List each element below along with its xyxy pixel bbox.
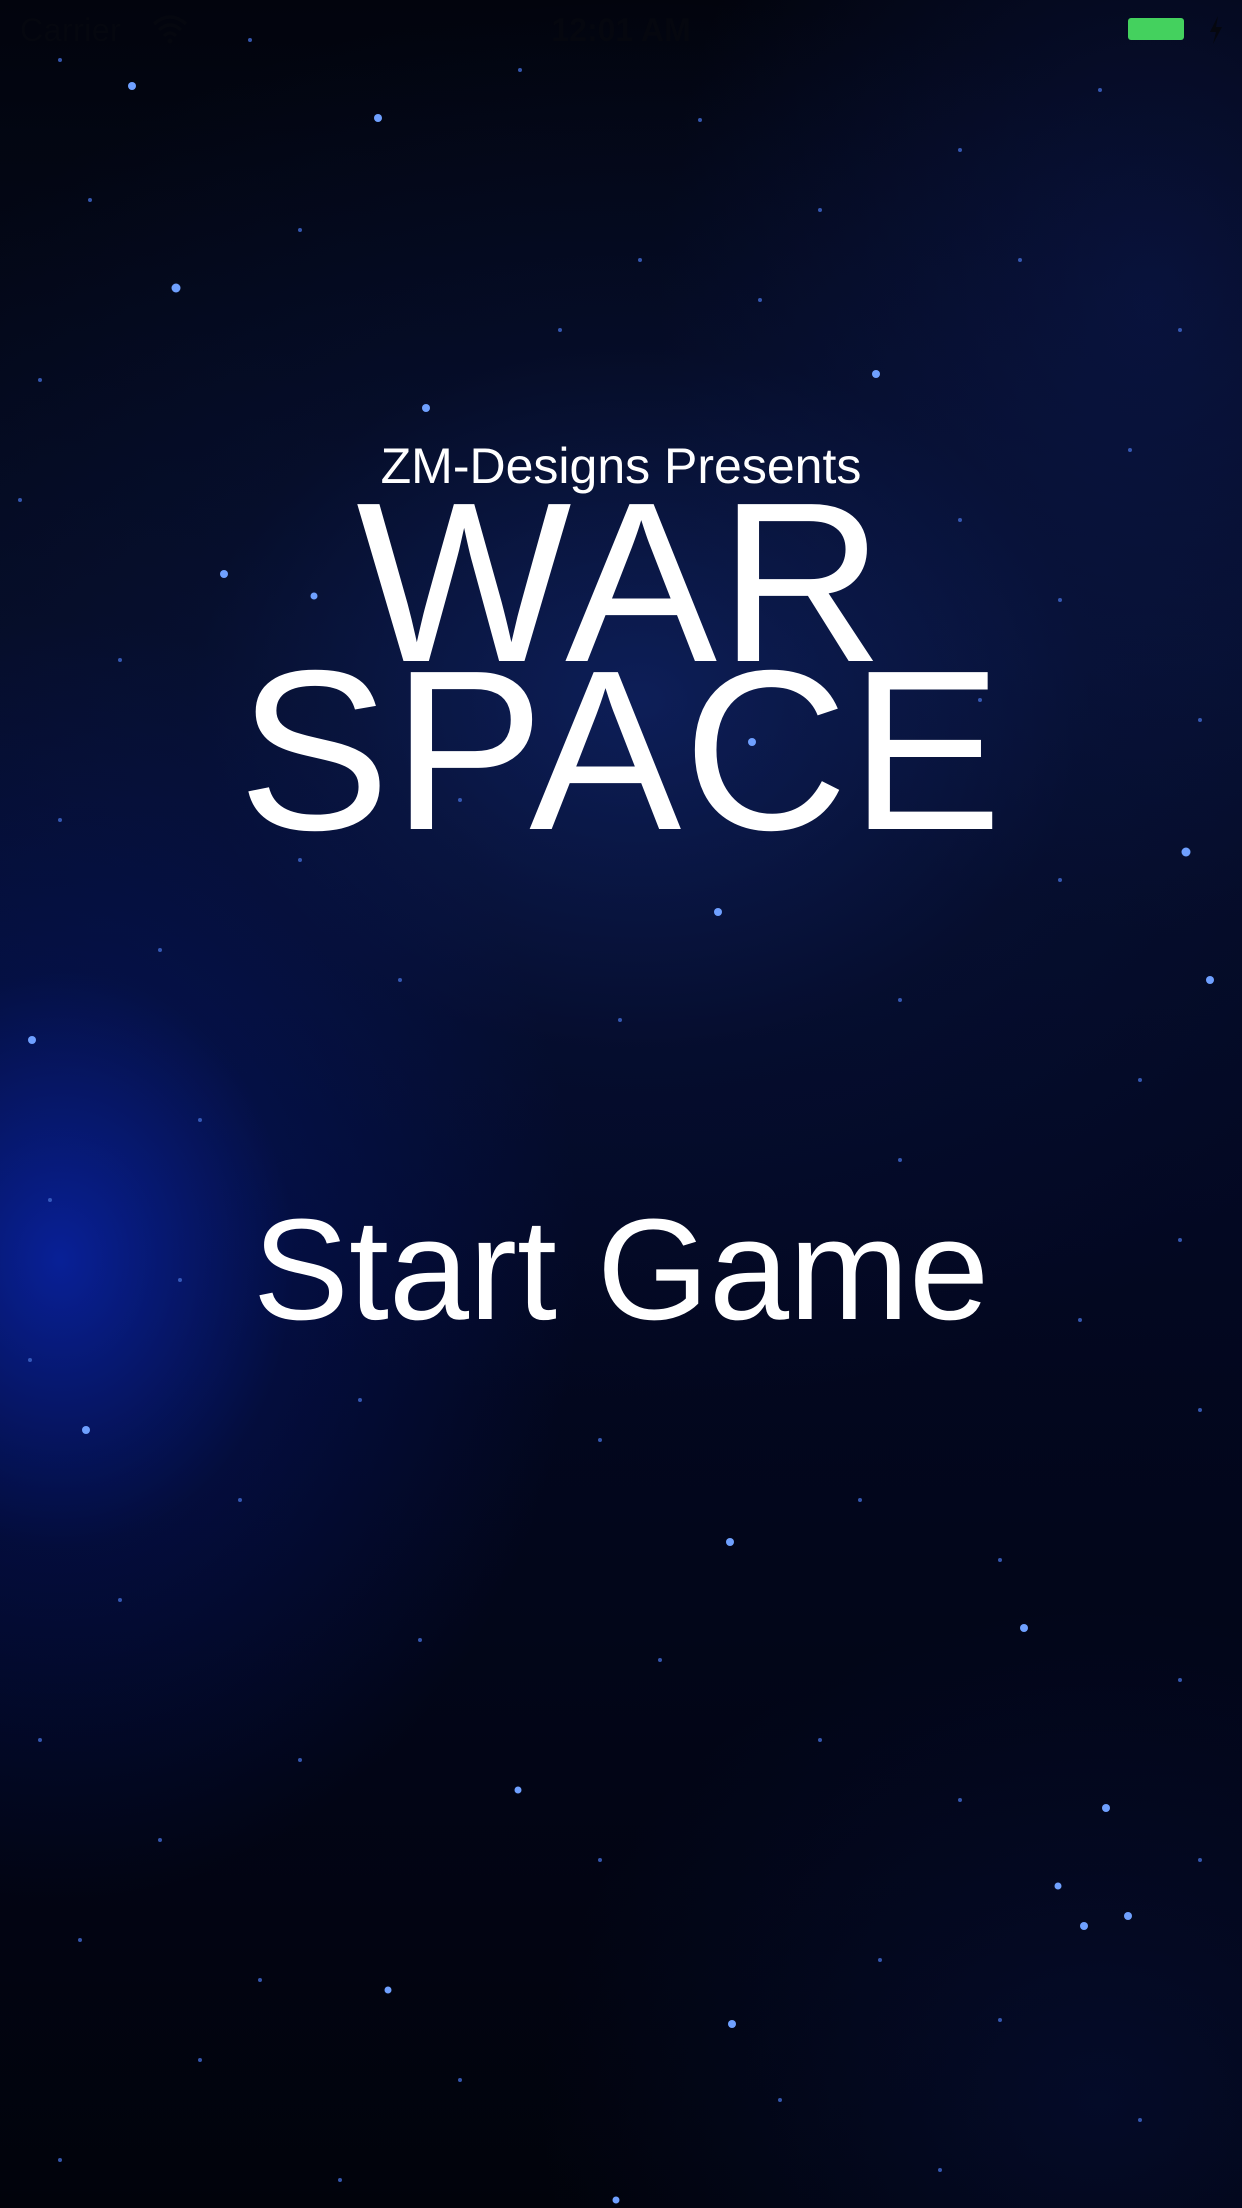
charging-bolt-icon: [1210, 16, 1222, 44]
start-game-button[interactable]: Start Game: [230, 1190, 1012, 1350]
game-title-line2: SPACE: [237, 624, 1005, 878]
starfield-background: [18, 38, 1214, 2204]
status-clock: 12:01 AM: [551, 12, 691, 48]
battery-icon: [1124, 16, 1190, 44]
game-screen: Carrier 12:01 AM ZM-Designs Presents WAR…: [0, 0, 1242, 2208]
status-bar: Carrier 12:01 AM: [0, 0, 1242, 60]
battery-level-fill: [1128, 18, 1184, 40]
